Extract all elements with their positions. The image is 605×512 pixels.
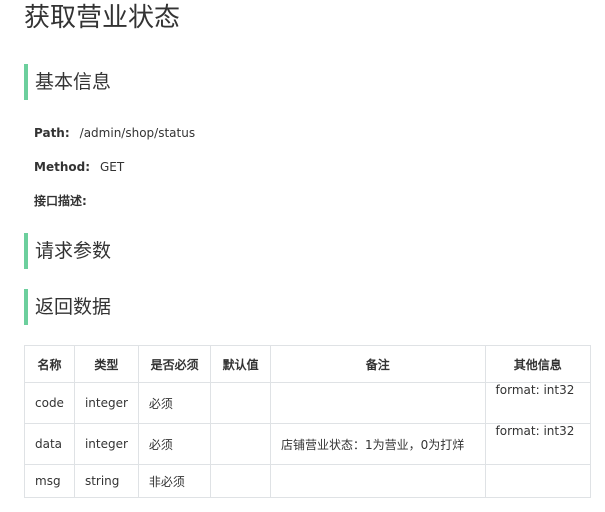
response-table: 名称 类型 是否必须 默认值 备注 其他信息 code integer 必须 f… <box>24 345 592 498</box>
header-type: 类型 <box>73 345 139 383</box>
table-header-row: 名称 类型 是否必须 默认值 备注 其他信息 <box>24 345 592 383</box>
cell-required: 非必须 <box>137 464 212 498</box>
path-label: Path: <box>34 126 70 140</box>
cell-other: format: int32 <box>484 382 592 424</box>
cell-default <box>210 464 271 498</box>
header-other: 其他信息 <box>484 345 592 383</box>
cell-required: 必须 <box>137 382 212 424</box>
cell-default <box>210 423 271 465</box>
section-heading-response-data: 返回数据 <box>24 289 584 325</box>
section-heading-basic-info: 基本信息 <box>24 64 584 100</box>
cell-other <box>484 464 592 498</box>
header-default: 默认值 <box>210 345 271 383</box>
cell-default <box>210 382 271 424</box>
header-name: 名称 <box>24 345 75 383</box>
path-row: Path: /admin/shop/status <box>34 124 195 142</box>
cell-note <box>269 382 486 424</box>
cell-required: 必须 <box>137 423 212 465</box>
table-row: data integer 必须 店铺营业状态：1为营业，0为打烊 format:… <box>24 423 592 465</box>
path-value: /admin/shop/status <box>79 126 196 140</box>
cell-note <box>269 464 486 498</box>
cell-name: code <box>24 382 75 424</box>
method-row: Method: GET <box>34 158 124 176</box>
table-row: msg string 非必须 <box>24 464 592 498</box>
cell-type: integer <box>73 423 139 465</box>
cell-name: data <box>24 423 75 465</box>
cell-note: 店铺营业状态：1为营业，0为打烊 <box>269 423 486 465</box>
description-label: 接口描述: <box>34 194 87 208</box>
page-title: 获取营业状态 <box>24 3 181 33</box>
cell-type: string <box>73 464 139 498</box>
section-heading-request-params: 请求参数 <box>24 233 584 269</box>
header-required: 是否必须 <box>137 345 212 383</box>
method-label: Method: <box>34 160 90 174</box>
method-value: GET <box>100 160 125 174</box>
cell-other: format: int32 <box>484 423 592 465</box>
description-row: 接口描述: <box>34 192 97 210</box>
table-row: code integer 必须 format: int32 <box>24 382 592 424</box>
cell-name: msg <box>24 464 75 498</box>
cell-type: integer <box>73 382 139 424</box>
header-note: 备注 <box>269 345 486 383</box>
